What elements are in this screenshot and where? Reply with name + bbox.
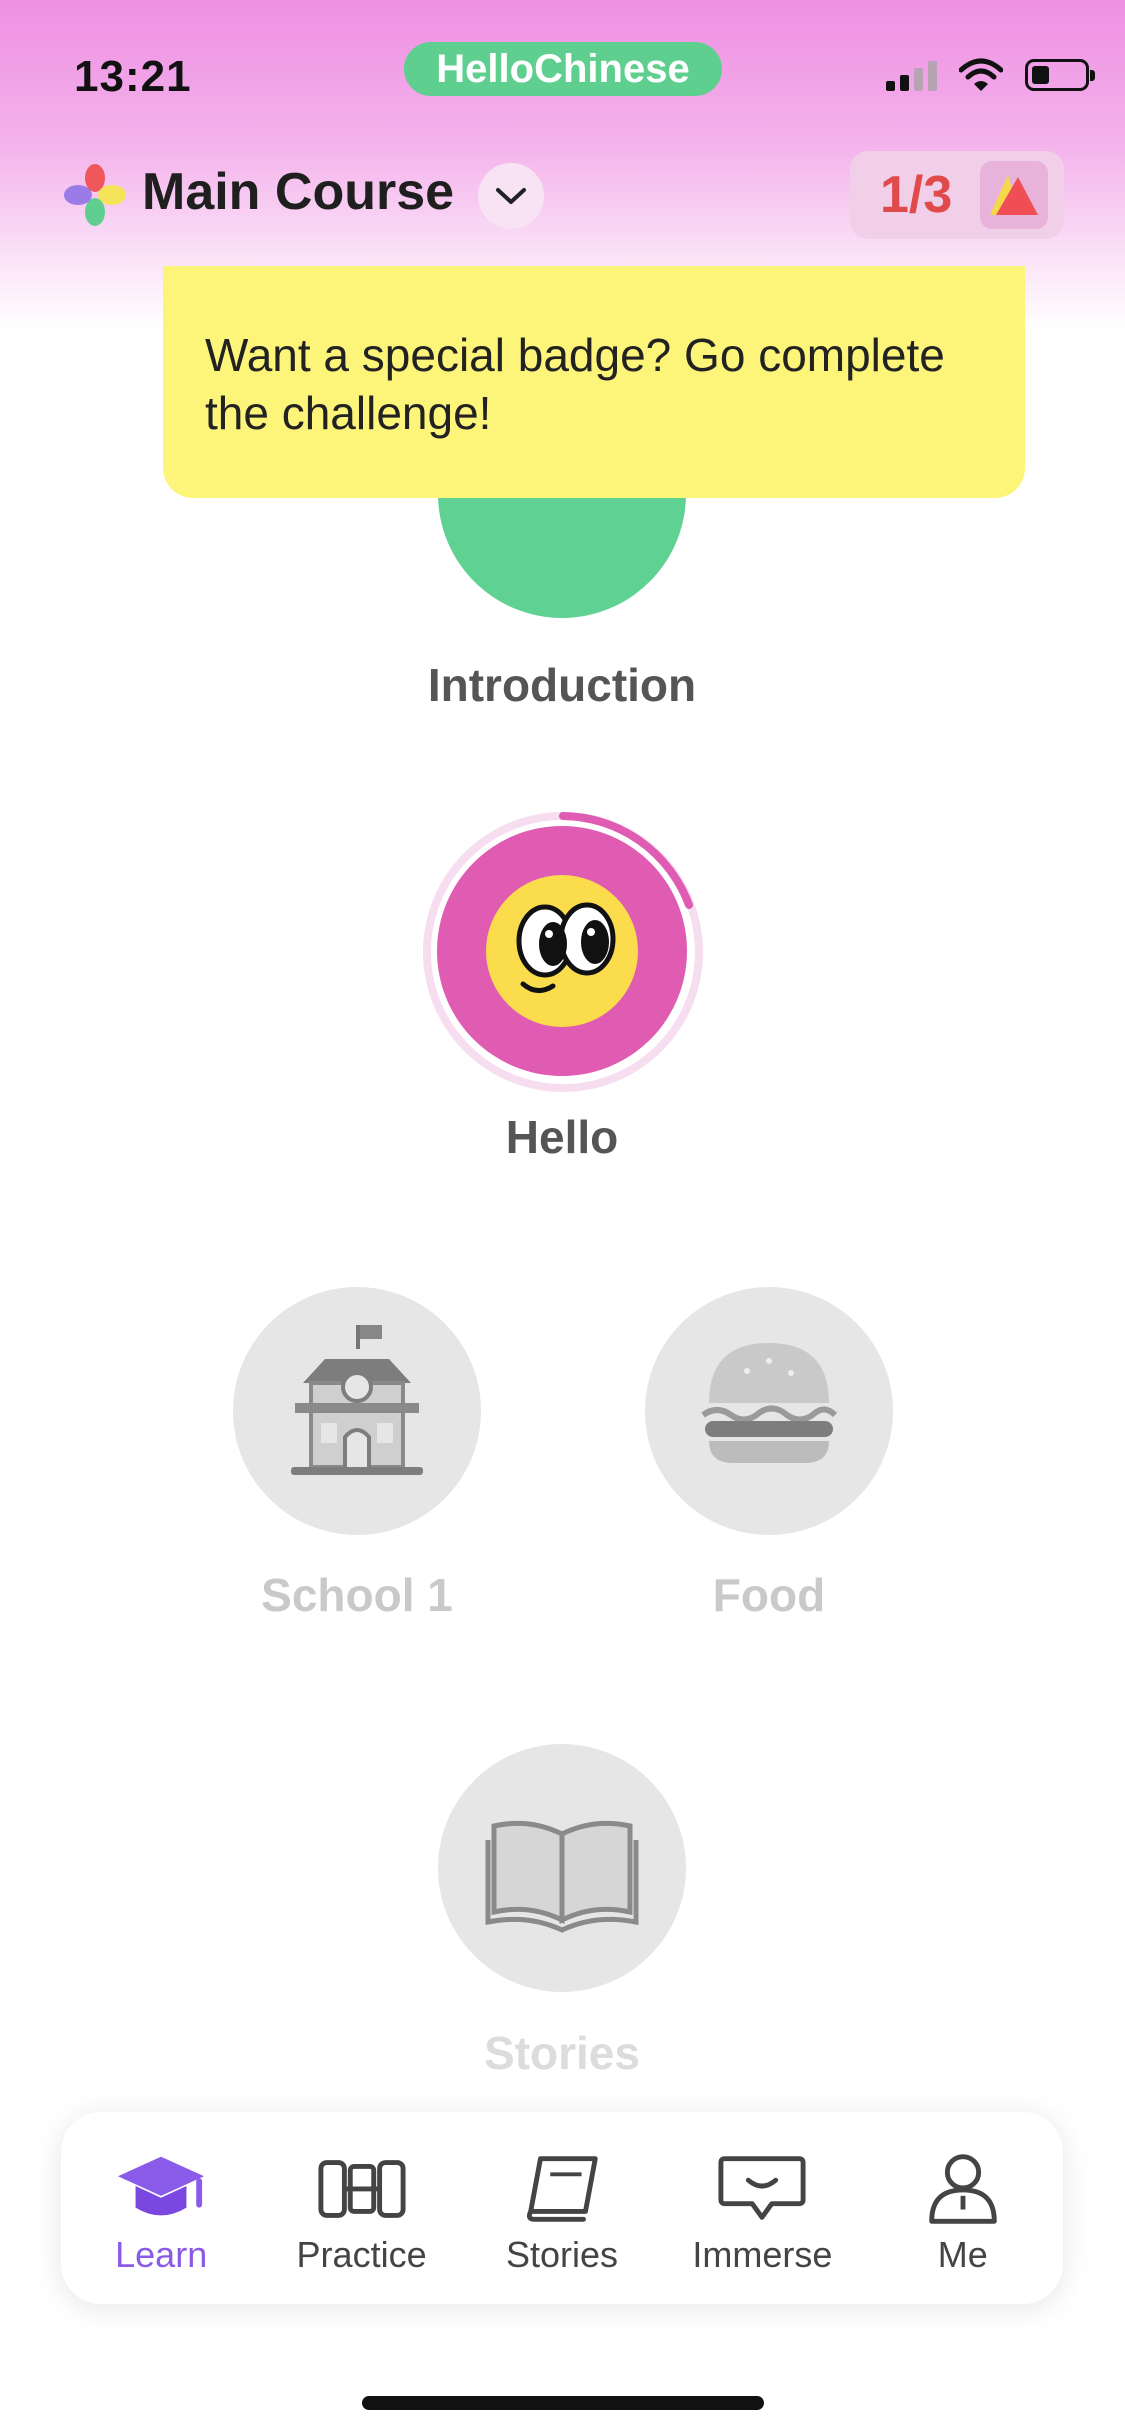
nav-stories-label: Stories (505, 2234, 618, 2275)
course-title[interactable]: Main Course (142, 162, 454, 222)
course-logo-icon (64, 164, 126, 226)
nav-immerse-label: Immerse (692, 2234, 833, 2275)
person-icon (929, 2154, 997, 2224)
lesson-stories-label: Stories (484, 2027, 640, 2079)
burger-icon (701, 1343, 838, 1463)
nav-learn-label: Learn (115, 2234, 208, 2275)
app-name-pill: HelloChinese (404, 42, 722, 96)
dumbbell-icon (318, 2160, 406, 2218)
nav-me-label: Me (937, 2234, 988, 2275)
challenge-triangle-icon (990, 175, 1038, 215)
nav-me[interactable]: Me (863, 2112, 1063, 2276)
challenge-icon-box (980, 161, 1048, 229)
home-indicator[interactable] (362, 2396, 764, 2410)
graduation-cap-icon (118, 2156, 205, 2216)
lesson-school-1-badge[interactable] (233, 1287, 481, 1535)
open-book-icon (485, 1820, 639, 1933)
chat-bubble-icon (718, 2156, 806, 2220)
lesson-food-label: Food (712, 1569, 826, 1621)
nav-immerse[interactable]: Immerse (662, 2112, 862, 2276)
bottom-navigation: Learn Practice Stories Immerse Me (61, 2112, 1063, 2304)
smiley-face-icon (486, 875, 638, 1027)
challenge-progress-count: 1/3 (880, 166, 953, 224)
nav-practice[interactable]: Practice (262, 2112, 462, 2276)
cellular-signal-icon (886, 59, 937, 91)
nav-learn[interactable]: Learn (61, 2112, 261, 2276)
challenge-progress-button[interactable]: 1/3 (850, 151, 1064, 239)
status-icons (886, 58, 1095, 92)
chevron-down-icon (496, 188, 526, 204)
wifi-icon (959, 58, 1003, 91)
book-icon (526, 2156, 598, 2222)
nav-stories[interactable]: Stories (462, 2112, 662, 2276)
challenge-tooltip[interactable]: Want a special badge? Go complete the ch… (163, 266, 1025, 498)
challenge-tooltip-text: Want a special badge? Go complete the ch… (205, 329, 945, 439)
course-dropdown-button[interactable] (478, 163, 544, 229)
lesson-hello-badge[interactable] (437, 826, 687, 1076)
battery-icon (1025, 59, 1095, 91)
lesson-school-1-label: School 1 (261, 1569, 453, 1621)
lesson-introduction-label: Introduction (427, 659, 697, 711)
school-building-icon (291, 1325, 423, 1475)
lesson-hello-label: Hello (505, 1111, 619, 1163)
lesson-stories-badge[interactable] (438, 1744, 686, 1992)
status-time: 13:21 (74, 52, 192, 101)
nav-practice-label: Practice (296, 2234, 427, 2275)
lesson-food-badge[interactable] (645, 1287, 893, 1535)
